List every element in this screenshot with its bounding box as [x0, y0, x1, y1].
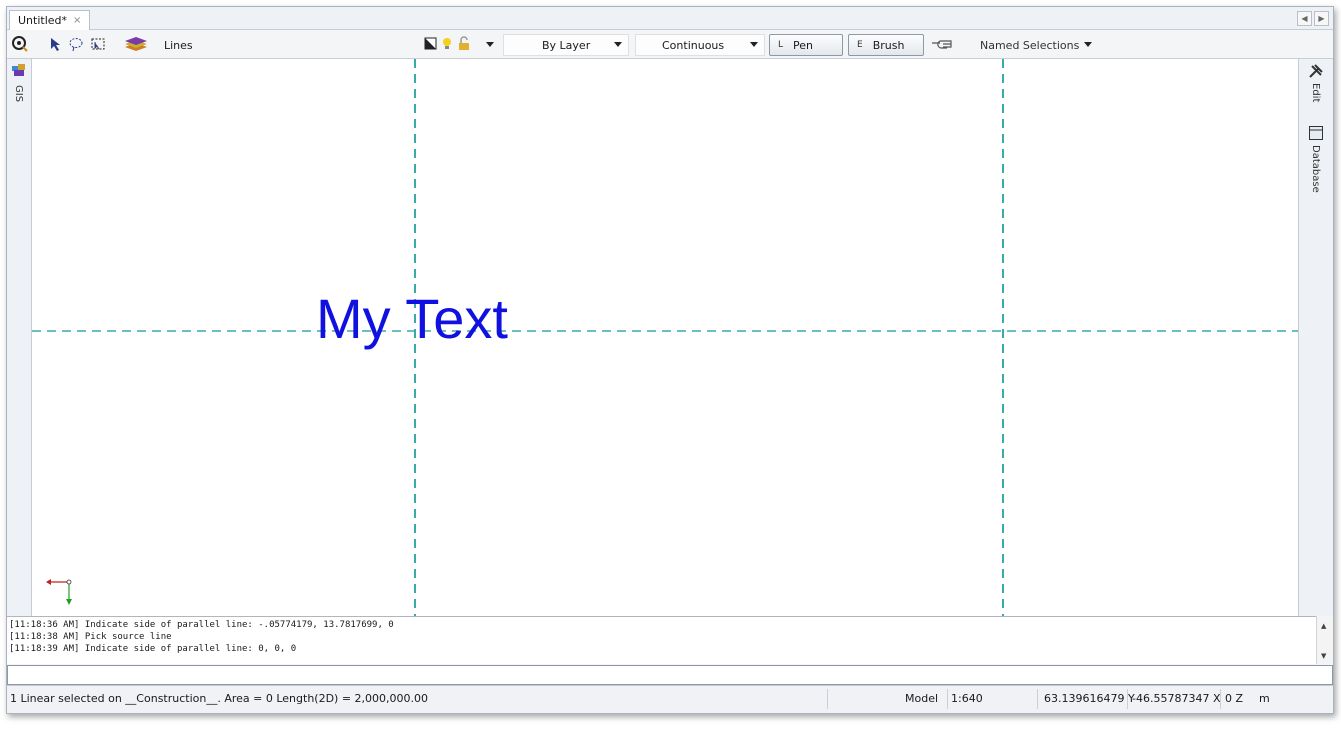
chevron-right-icon[interactable]: ▶: [1314, 11, 1329, 26]
window-select-button[interactable]: [89, 34, 107, 54]
brush-button[interactable]: E Brush: [848, 34, 924, 56]
chevron-down-icon: [750, 42, 758, 47]
status-message: 1 Linear selected on __Construction__. A…: [10, 692, 429, 705]
pick-hand-button[interactable]: [931, 34, 955, 54]
brush-label: Brush: [872, 38, 905, 52]
layer-selector[interactable]: Lines: [157, 34, 497, 56]
scroll-up-icon[interactable]: ▲: [1321, 622, 1326, 630]
database-icon[interactable]: [1308, 125, 1324, 144]
status-bar: 1 Linear selected on __Construction__. A…: [7, 685, 1333, 713]
pen-shortcut-key: L: [778, 40, 784, 50]
snap-icon: [11, 35, 29, 53]
command-log-line: [11:18:38 AM] Pick source line: [9, 632, 172, 642]
ucs-axis-icon: [46, 579, 72, 605]
named-selections-label: Named Selections: [980, 38, 1080, 52]
command-history: [11:18:36 AM] Indicate side of parallel …: [7, 616, 1333, 664]
text-object[interactable]: My Text: [316, 291, 508, 347]
arrow-pointer-icon: [47, 35, 65, 53]
main-toolbar: Lines By Layer Continuous L Pen E Brush …: [7, 30, 1333, 59]
gis-icon[interactable]: [11, 63, 27, 80]
line-style-value: Continuous: [662, 38, 725, 52]
close-icon[interactable]: ×: [73, 15, 81, 26]
window-select-icon: [89, 35, 107, 53]
command-history-scrollbar[interactable]: ▲ ▼: [1316, 616, 1333, 664]
brush-shortcut-key: E: [857, 40, 863, 50]
command-log-line: [11:18:39 AM] Indicate side of parallel …: [9, 644, 297, 654]
database-panel-tab[interactable]: Database: [1310, 145, 1321, 193]
units-label[interactable]: m: [1259, 692, 1270, 705]
line-color-value: By Layer: [542, 38, 591, 52]
edit-tools-icon[interactable]: [1308, 63, 1324, 82]
select-pointer-button[interactable]: [47, 34, 65, 54]
right-panel-strip: Edit Database: [1298, 59, 1333, 616]
named-selections-dropdown[interactable]: Named Selections: [973, 34, 1097, 56]
line-style-dropdown[interactable]: Continuous: [635, 34, 765, 56]
application-window: Untitled* × ◀ ▶ Lines By Layer Continuou…: [6, 6, 1334, 714]
y-coordinate: 63.139616479 Y: [1044, 692, 1135, 705]
tab-scroll-arrows: ◀ ▶: [1297, 11, 1329, 26]
left-panel-strip: GIS: [7, 59, 32, 616]
pen-label: Pen: [793, 38, 813, 52]
layers-icon: [123, 35, 149, 53]
document-tab-strip: Untitled* × ◀ ▶: [7, 7, 1333, 30]
chevron-left-icon[interactable]: ◀: [1297, 11, 1312, 26]
scale-value[interactable]: 1:640: [951, 692, 983, 705]
drawing-canvas[interactable]: My Text: [32, 59, 1298, 616]
pointing-hand-icon: [931, 35, 955, 53]
chevron-down-icon[interactable]: [486, 42, 494, 47]
lasso-icon: [67, 35, 85, 53]
scroll-down-icon[interactable]: ▼: [1321, 652, 1326, 660]
tab-untitled[interactable]: Untitled* ×: [9, 10, 91, 30]
chevron-down-icon: [1084, 42, 1092, 47]
gis-panel-tab[interactable]: GIS: [13, 85, 24, 102]
pen-button[interactable]: L Pen: [769, 34, 843, 56]
snap-tool-button[interactable]: [11, 34, 29, 54]
z-coordinate: 0 Z: [1225, 692, 1244, 705]
line-color-dropdown[interactable]: By Layer: [503, 34, 629, 56]
chevron-down-icon: [614, 42, 622, 47]
layer-visibility-icon[interactable]: [424, 37, 438, 54]
lock-icon[interactable]: [458, 36, 470, 54]
command-input[interactable]: [7, 665, 1333, 685]
tab-title: Untitled*: [18, 14, 68, 27]
construction-lines: [32, 59, 1298, 616]
lightbulb-icon[interactable]: [442, 37, 452, 54]
lasso-select-button[interactable]: [67, 34, 85, 54]
layer-manager-button[interactable]: [123, 34, 149, 54]
x-coordinate: -46.55787347 X: [1132, 692, 1221, 705]
command-log-line: [11:18:36 AM] Indicate side of parallel …: [9, 620, 394, 630]
edit-panel-tab[interactable]: Edit: [1310, 83, 1321, 102]
model-space-toggle[interactable]: Model: [905, 692, 938, 705]
layer-name: Lines: [164, 38, 193, 52]
